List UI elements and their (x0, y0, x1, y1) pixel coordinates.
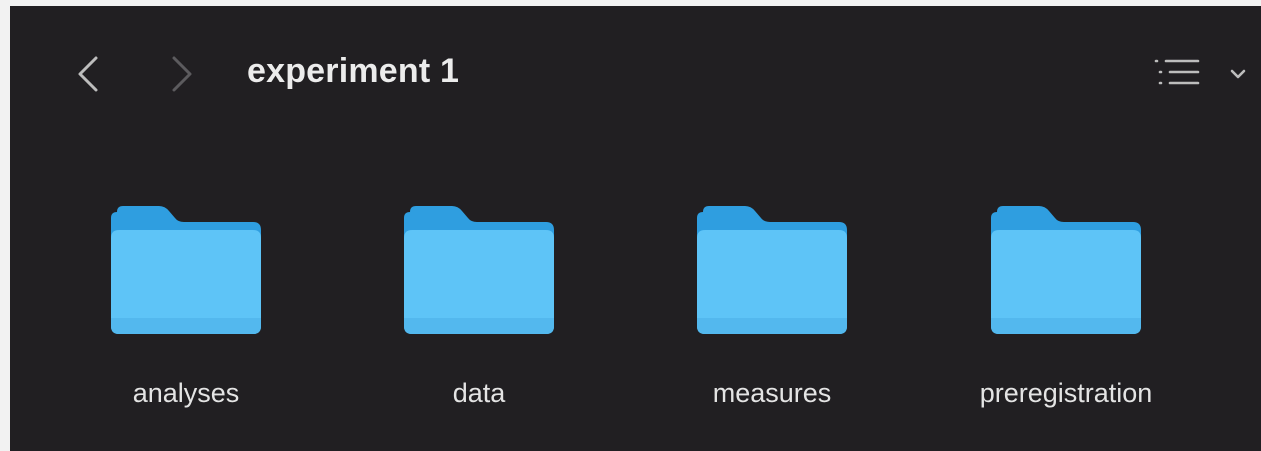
folder-icon (991, 206, 1141, 334)
folder-item-measures[interactable]: measures (652, 196, 892, 426)
list-view-icon (1154, 59, 1200, 85)
folder-icon (404, 206, 554, 334)
folder-label: preregistration (979, 378, 1153, 408)
folder-label: analyses (132, 378, 240, 408)
chevron-right-icon (172, 56, 192, 92)
folder-icon (111, 206, 261, 334)
back-button[interactable] (72, 54, 106, 94)
view-options-button[interactable] (1147, 58, 1255, 90)
window-title: experiment 1 (247, 52, 460, 90)
folder-item-data[interactable]: data (359, 196, 599, 426)
folder-item-analyses[interactable]: analyses (66, 196, 306, 426)
folder-label: measures (712, 378, 832, 408)
forward-button[interactable] (164, 54, 198, 94)
finder-window: experiment 1 analyses data measures prer… (10, 6, 1261, 451)
toolbar: experiment 1 (10, 6, 1261, 136)
folder-item-preregistration[interactable]: preregistration (946, 196, 1186, 426)
folder-label: data (452, 378, 506, 408)
folder-icon (697, 206, 847, 334)
chevron-down-icon (1230, 69, 1246, 79)
chevron-left-icon (78, 56, 98, 92)
folder-grid: analyses data measures preregistration (10, 196, 1261, 426)
